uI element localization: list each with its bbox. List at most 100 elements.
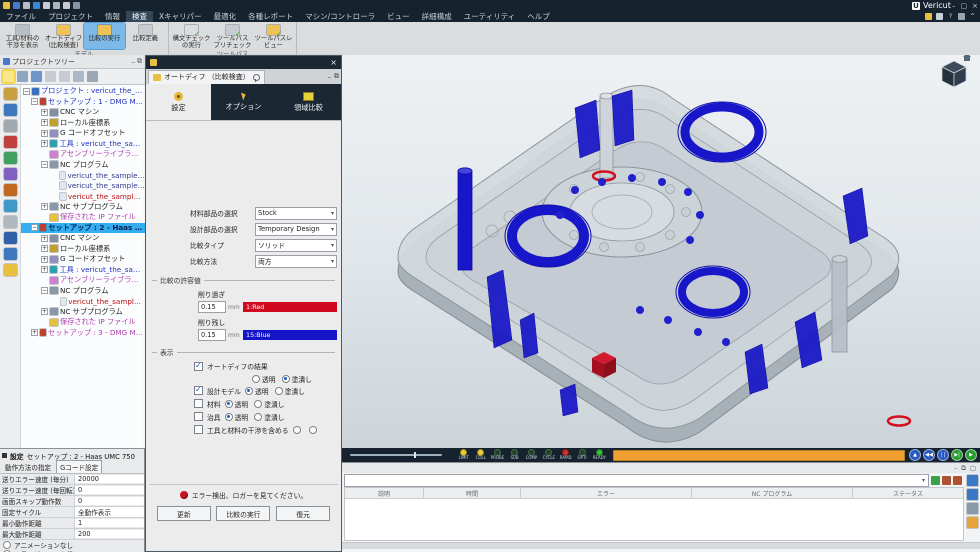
log-action-icon[interactable] bbox=[953, 476, 962, 485]
tree-shortcut-icon[interactable] bbox=[4, 248, 17, 260]
tree-item[interactable]: + G コードオフセット bbox=[21, 254, 145, 265]
panel-minimize-icon[interactable]: – bbox=[132, 58, 136, 66]
ribbon-button[interactable]: オートディフ (比較検査) bbox=[43, 23, 84, 49]
dialog-minimize-icon[interactable]: – bbox=[328, 73, 332, 81]
playback-button[interactable]: | | bbox=[937, 449, 949, 461]
tree-item[interactable]: アセンブリーライブラリー bbox=[21, 149, 145, 160]
quick-access-icon[interactable] bbox=[43, 2, 50, 9]
tree-item[interactable]: + セットアップ : 3 - DMG MORI DMU50 bbox=[21, 328, 145, 339]
restore-button[interactable]: 復元 bbox=[276, 506, 330, 521]
tree-expander-icon[interactable]: + bbox=[41, 119, 48, 126]
radio-transparent[interactable] bbox=[245, 387, 253, 395]
log-side-icon[interactable] bbox=[967, 517, 978, 528]
tree-item[interactable]: 保存された IP ファイル bbox=[21, 317, 145, 328]
quick-access-icon[interactable] bbox=[3, 2, 10, 9]
menu-item[interactable]: 詳細構成 bbox=[416, 11, 458, 22]
progress-slider[interactable] bbox=[350, 454, 442, 456]
tree-shortcut-icon[interactable] bbox=[4, 120, 17, 132]
tolerance-color-bar[interactable]: 15:Blue bbox=[243, 330, 337, 340]
copy-icon[interactable] bbox=[73, 71, 84, 82]
menu-item[interactable]: 検査 bbox=[126, 11, 153, 22]
quick-access-icon[interactable] bbox=[23, 2, 30, 9]
tree-expander-icon[interactable]: + bbox=[41, 245, 48, 252]
log-minimize-icon[interactable]: – bbox=[954, 464, 957, 472]
dropdown-select[interactable]: ソリッド▾ bbox=[255, 239, 337, 252]
close-button[interactable]: × bbox=[972, 2, 978, 10]
settings-tab[interactable]: Gコード設定 bbox=[56, 460, 102, 473]
tab-region-compare[interactable]: 領域比較 bbox=[276, 84, 341, 120]
radio-transparent[interactable] bbox=[252, 375, 260, 383]
tree-item[interactable]: − NC プログラム bbox=[21, 160, 145, 171]
menu-item[interactable]: Xキャリパー bbox=[153, 11, 208, 22]
settings-value-input[interactable]: 1 bbox=[75, 519, 144, 527]
machine-view-icon[interactable] bbox=[17, 71, 28, 82]
tree-expander-icon[interactable]: + bbox=[41, 130, 48, 137]
radio-transparent[interactable] bbox=[225, 400, 233, 408]
log-float-icon[interactable]: ⧉ bbox=[961, 464, 966, 473]
radio-filled[interactable] bbox=[254, 413, 262, 421]
help-icon[interactable]: ? bbox=[947, 13, 954, 20]
settings-value-input[interactable]: 200 bbox=[75, 530, 144, 538]
ribbon-button[interactable]: ✓ 構文チェック の実行 bbox=[171, 23, 212, 49]
dialog-float-icon[interactable]: ⧉ bbox=[334, 72, 339, 81]
tree-item[interactable]: vericut_the_sample_probing.mpf bbox=[21, 181, 145, 192]
menu-item[interactable]: 情報 bbox=[99, 11, 126, 22]
tree-shortcut-icon[interactable] bbox=[4, 152, 17, 164]
settings-value-input[interactable]: 全動作表示 bbox=[75, 507, 144, 517]
feedback-icon[interactable] bbox=[925, 13, 932, 20]
tree-expander-icon[interactable]: + bbox=[41, 235, 48, 242]
menu-item[interactable]: ビュー bbox=[381, 11, 416, 22]
minimize-button[interactable]: – bbox=[952, 2, 956, 10]
quick-access-icon[interactable] bbox=[73, 2, 80, 9]
panel-float-icon[interactable]: ⧉ bbox=[137, 57, 142, 66]
tab-settings[interactable]: 設定 bbox=[146, 84, 211, 120]
log-column-header[interactable]: ステータス bbox=[853, 488, 963, 498]
search-icon[interactable] bbox=[87, 71, 98, 82]
menu-item[interactable]: ユーティリティ bbox=[458, 11, 522, 22]
quick-access-icon[interactable] bbox=[53, 2, 60, 9]
tree-expander-icon[interactable]: + bbox=[41, 266, 48, 273]
log-side-icon[interactable] bbox=[967, 503, 978, 514]
tree-item[interactable]: 保存された IP ファイル bbox=[21, 212, 145, 223]
tree-shortcut-icon[interactable] bbox=[4, 184, 17, 196]
quick-access-icon[interactable] bbox=[33, 2, 40, 9]
tree-item[interactable]: + CNC マシン bbox=[21, 107, 145, 118]
gear-icon[interactable] bbox=[958, 13, 965, 20]
undo-icon[interactable] bbox=[45, 71, 56, 82]
tree-item[interactable]: + 工具 : vericut_the_sample bbox=[21, 265, 145, 276]
tolerance-input[interactable]: 0.15 bbox=[198, 329, 226, 341]
tree-item[interactable]: + ローカル座標系 bbox=[21, 118, 145, 129]
radio-transparent[interactable] bbox=[225, 413, 233, 421]
checkbox[interactable] bbox=[194, 399, 203, 408]
playback-button[interactable]: ◀◀ bbox=[923, 449, 935, 461]
radio-filled[interactable] bbox=[309, 426, 317, 434]
tree-shortcut-icon[interactable] bbox=[4, 168, 17, 180]
tree-shortcut-icon[interactable] bbox=[4, 136, 17, 148]
quick-access-icon[interactable] bbox=[63, 2, 70, 9]
log-filter-dropdown[interactable]: ▾ bbox=[344, 474, 929, 487]
playback-button[interactable]: ▶| bbox=[951, 449, 963, 461]
ribbon-button[interactable]: ✓ ツールパス プリチェック bbox=[212, 23, 253, 49]
tree-item[interactable]: vericut_the_sample_additive.mpf bbox=[21, 170, 145, 181]
maximize-button[interactable]: ▢ bbox=[961, 2, 968, 10]
tree-shortcut-icon[interactable] bbox=[4, 200, 17, 212]
playback-button[interactable]: ▶ bbox=[965, 449, 977, 461]
dialog-title-bar[interactable]: × bbox=[146, 56, 341, 69]
log-action-icon[interactable] bbox=[942, 476, 951, 485]
menu-item[interactable]: 最適化 bbox=[208, 11, 243, 22]
tree-expander-icon[interactable]: + bbox=[41, 140, 48, 147]
tree-expander-icon[interactable]: − bbox=[31, 98, 38, 105]
dialog-close-icon[interactable]: × bbox=[330, 58, 337, 67]
playback-button[interactable]: ▲ bbox=[909, 449, 921, 461]
log-column-header[interactable]: エラー bbox=[521, 488, 692, 498]
menu-item[interactable]: マシン/コントローラ bbox=[299, 11, 381, 22]
log-side-icon[interactable] bbox=[967, 489, 978, 500]
menu-item[interactable]: ヘルプ bbox=[521, 11, 556, 22]
add-component-icon[interactable] bbox=[31, 71, 42, 82]
dialog-doc-tab[interactable]: オートディフ （比較検査） bbox=[148, 70, 265, 84]
radio-filled[interactable] bbox=[275, 387, 283, 395]
radio-filled[interactable] bbox=[282, 375, 290, 383]
log-action-icon[interactable] bbox=[931, 476, 940, 485]
settings-tab[interactable]: 動作方法の指定 bbox=[2, 461, 54, 473]
ribbon-button[interactable]: ✓ ツールパスレビュー bbox=[253, 23, 294, 49]
